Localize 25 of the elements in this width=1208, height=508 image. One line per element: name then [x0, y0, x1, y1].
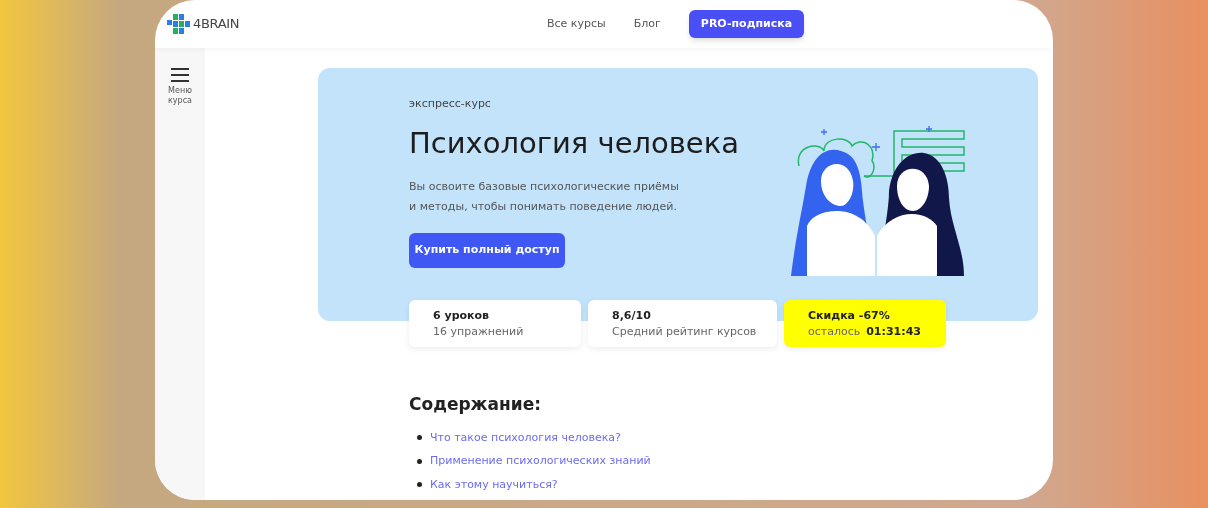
stat-subtitle: 16 упражнений	[433, 323, 524, 340]
stat-subtitle: осталось	[808, 323, 861, 340]
pro-subscription-button[interactable]: PRO-подписка	[688, 10, 805, 38]
bullet-icon	[417, 458, 422, 464]
stat-title: Скидка -67%	[808, 307, 891, 324]
contents-link[interactable]: Как этому научиться?	[430, 476, 558, 493]
stat-subtitle: Средний рейтинг курсов	[612, 323, 757, 340]
buy-access-button[interactable]: Купить полный доступ	[409, 232, 565, 268]
contents-link[interactable]: Применение психологических знаний	[430, 453, 651, 470]
bullet-icon	[417, 482, 422, 488]
logo-icon	[167, 12, 191, 36]
logo-text: 4BRAIN	[193, 15, 240, 34]
menu-icon	[171, 68, 189, 82]
nav-link[interactable]: Блог	[633, 15, 661, 33]
course-menu-button[interactable]: Меню курса	[162, 68, 198, 106]
stat-title: 6 уроков	[433, 307, 491, 324]
countdown-timer: 01:31:43	[866, 323, 921, 340]
nav-link[interactable]: Все курсы	[547, 15, 606, 33]
course-type-label: экспресс-курс	[409, 96, 492, 112]
contents-heading: Содержание:	[409, 393, 542, 416]
course-description: Вы освоите базовые психологические приёмы и методы, чтобы понимать поведение людей.	[409, 178, 679, 215]
bullet-icon	[417, 435, 422, 441]
contents-link[interactable]: Что такое психология человека?	[430, 429, 621, 446]
stat-title: 8,6/10	[612, 307, 652, 324]
course-title: Психология человека	[409, 124, 740, 161]
